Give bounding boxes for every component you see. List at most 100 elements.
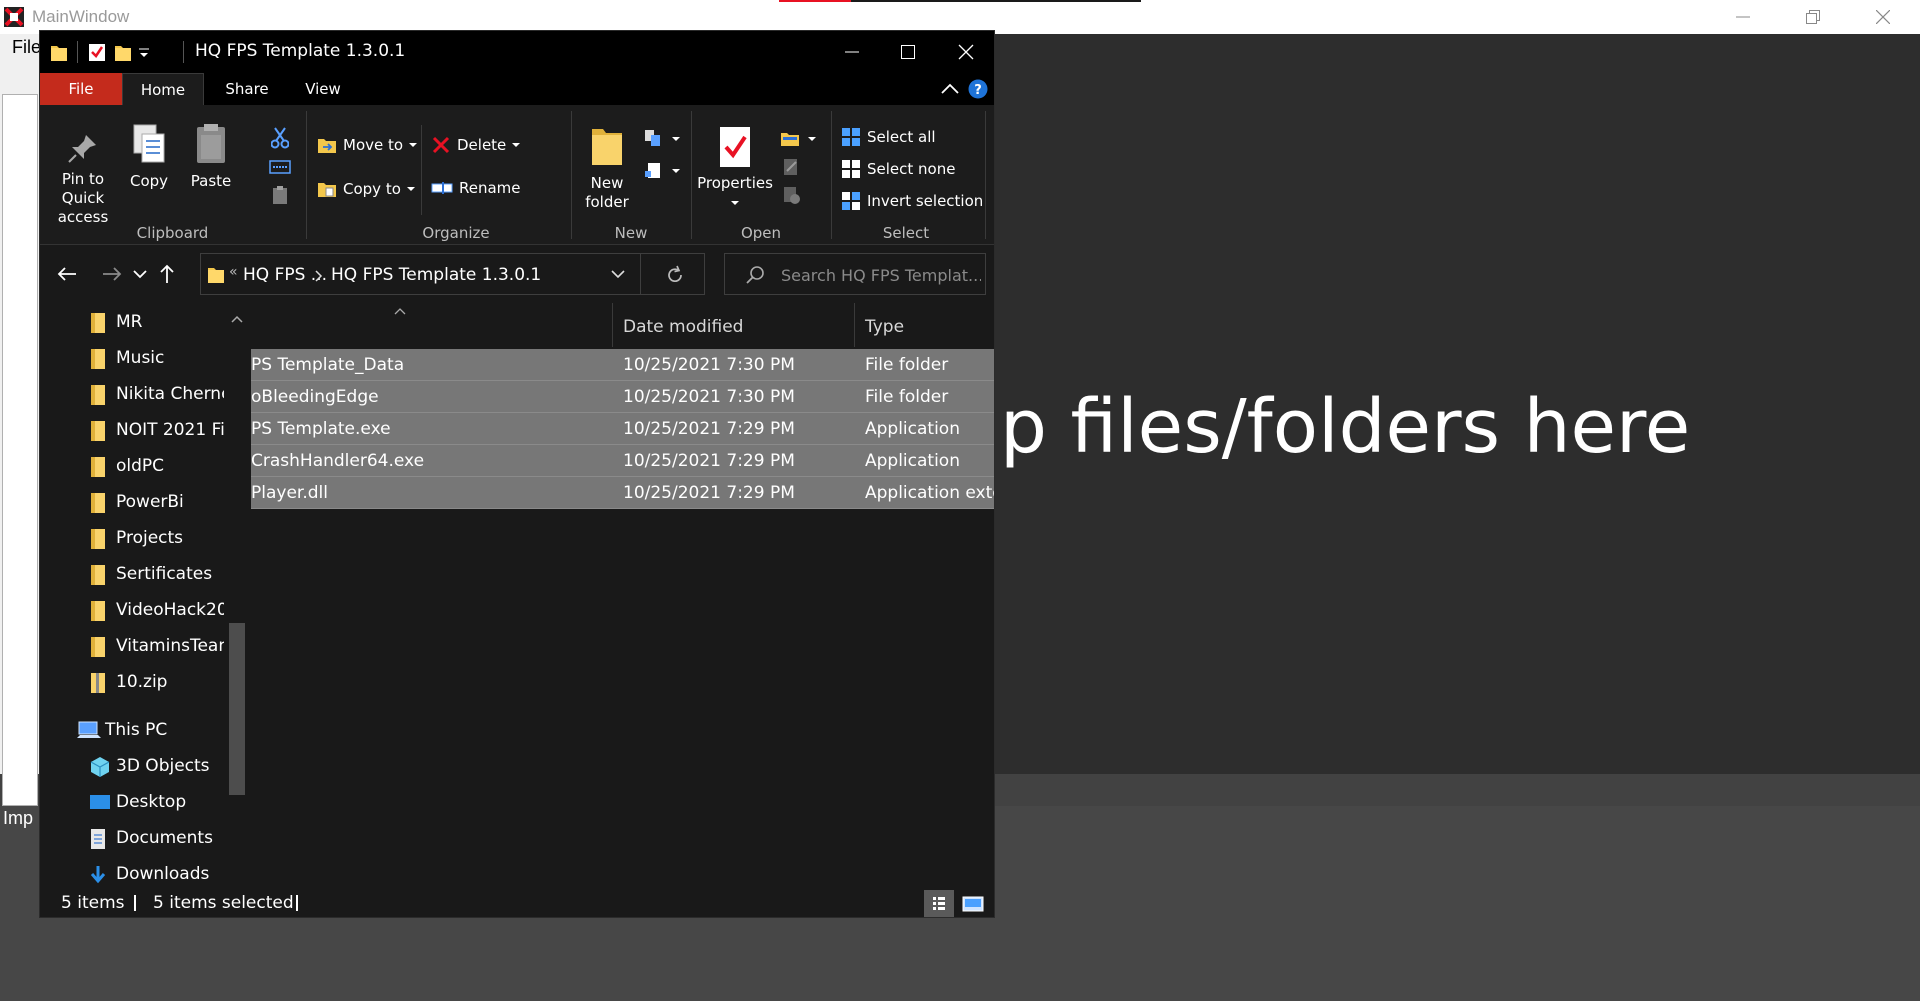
help-icon[interactable]: ? [968, 79, 988, 99]
file-name: CrashHandler64.exe [251, 451, 425, 471]
paste-label: Paste [190, 172, 232, 190]
nav-item-label: NOIT 2021 Fi [116, 420, 225, 440]
chevron-down-icon[interactable] [611, 269, 625, 279]
navigation-scrollbar-thumb[interactable] [229, 623, 245, 795]
select-none-button[interactable]: Select none [841, 159, 955, 179]
new-folder-button[interactable]: New folder [577, 123, 637, 212]
up-button[interactable] [154, 261, 180, 287]
dropdown-arrow-icon [808, 137, 816, 141]
file-row[interactable]: CrashHandler64.exe 10/25/2021 7:29 PM Appl… [251, 445, 994, 477]
maximize-icon [901, 45, 915, 59]
edit-icon[interactable] [781, 157, 801, 177]
left-panel-list[interactable] [2, 94, 38, 806]
select-all-button[interactable]: Select all [841, 127, 936, 147]
nav-item[interactable]: Sertificates [40, 561, 230, 589]
nav-item[interactable]: Documents [40, 825, 230, 853]
status-divider [134, 895, 136, 911]
restore-button[interactable] [1783, 0, 1843, 34]
collapse-ribbon-icon[interactable] [940, 83, 960, 95]
cut-icon[interactable] [271, 127, 289, 149]
history-icon[interactable] [781, 185, 801, 205]
scroll-up-icon[interactable] [231, 315, 243, 323]
file-type: Application exter [865, 483, 994, 503]
properties-button[interactable]: Properties [697, 125, 773, 212]
folder-icon [89, 312, 107, 337]
copy-to-label: Copy to [343, 180, 401, 198]
tab-view[interactable]: View [288, 73, 358, 105]
move-to-button[interactable]: Move to [317, 135, 418, 155]
tab-share[interactable]: Share [206, 73, 288, 105]
nav-item[interactable]: 3D Objects [40, 753, 230, 781]
nav-item[interactable]: This PC [40, 717, 230, 745]
tab-home[interactable]: Home [122, 73, 204, 105]
file-row[interactable]: oBleedingEdge 10/25/2021 7:30 PM File fold… [251, 381, 994, 413]
nav-item[interactable]: Projects [40, 525, 230, 553]
nav-item[interactable]: 10.zip [40, 669, 230, 697]
column-divider[interactable] [612, 303, 613, 347]
new-folder-label-2: folder [585, 193, 629, 211]
breadcrumb-overflow[interactable]: « [229, 264, 238, 280]
minimize-button[interactable] [1713, 0, 1773, 34]
delete-label: Delete [457, 136, 507, 154]
nav-item[interactable]: Desktop [40, 789, 230, 817]
select-all-label: Select all [867, 128, 936, 146]
dropdown-arrow-icon [672, 169, 680, 173]
select-all-icon [842, 128, 860, 146]
chevron-right-icon[interactable] [315, 270, 323, 282]
file-row[interactable]: PS Template.exe 10/25/2021 7:29 PM Applica… [251, 413, 994, 445]
navigation-scrollbar[interactable] [224, 303, 250, 888]
forward-button[interactable] [99, 261, 125, 287]
rename-button[interactable]: Rename [431, 179, 521, 197]
column-date-modified[interactable]: Date modified [623, 317, 743, 337]
refresh-icon[interactable] [665, 265, 685, 285]
progress-bar [779, 0, 1141, 2]
new-folder-icon [592, 129, 622, 165]
nav-item[interactable]: PowerBi [40, 489, 230, 517]
explorer-minimize-button[interactable] [822, 31, 882, 73]
nav-item[interactable]: NOIT 2021 Fi [40, 417, 230, 445]
nav-item[interactable]: Music [40, 345, 230, 373]
copy-button[interactable]: Copy [124, 121, 174, 191]
nav-item[interactable]: VitaminsTeam [40, 633, 230, 661]
file-row[interactable]: Player.dll 10/25/2021 7:29 PM Application … [251, 477, 994, 509]
invert-selection-button[interactable]: Invert selection [841, 191, 983, 211]
tab-file[interactable]: File [40, 73, 122, 105]
file-date: 10/25/2021 7:29 PM [623, 451, 795, 471]
new-item-button[interactable] [644, 129, 680, 149]
close-button[interactable] [1853, 0, 1913, 34]
column-type[interactable]: Type [865, 317, 904, 337]
new-folder-icon[interactable] [114, 42, 132, 62]
nav-item[interactable]: Downloads [40, 861, 230, 888]
explorer-close-button[interactable] [936, 31, 994, 73]
address-bar[interactable]: « HQ FPS ... HQ FPS Template 1.3.0.1 [200, 253, 705, 295]
nav-item[interactable]: VideoHack20 [40, 597, 230, 625]
nav-item[interactable]: MR [40, 309, 230, 337]
documents-icon [89, 828, 107, 853]
back-button[interactable] [54, 261, 80, 287]
delete-button[interactable]: Delete [431, 135, 521, 155]
properties-check-icon[interactable] [88, 42, 106, 62]
customize-toolbar-icon[interactable] [138, 47, 150, 59]
paste-button[interactable]: Paste [186, 121, 236, 191]
nav-item[interactable]: oldPC [40, 453, 230, 481]
column-divider[interactable] [854, 303, 855, 347]
nav-item[interactable]: Nikita Cherne [40, 381, 230, 409]
copy-to-button[interactable]: Copy to [317, 179, 415, 199]
pin-to-quick-access-button[interactable]: Pin to Quick access [48, 131, 118, 227]
file-row[interactable]: PS Template_Data 10/25/2021 7:30 PM File f… [251, 349, 994, 381]
paste-shortcut-icon[interactable] [271, 185, 289, 205]
large-icons-view-button[interactable] [958, 890, 988, 917]
easy-access-button[interactable] [644, 161, 680, 181]
menu-file[interactable]: File [12, 37, 41, 58]
recent-locations-button[interactable] [127, 261, 153, 287]
details-view-button[interactable] [924, 890, 954, 917]
breadcrumb-item[interactable]: HQ FPS Template 1.3.0.1 [331, 265, 541, 285]
search-input[interactable]: Search HQ FPS Templat... [724, 253, 986, 295]
open-button[interactable] [780, 129, 816, 149]
nav-item-label: Music [116, 348, 165, 368]
nav-item-label: PowerBi [116, 492, 184, 512]
svg-text:?: ? [974, 83, 982, 98]
folder-icon [208, 268, 224, 283]
copy-path-icon[interactable] [269, 159, 291, 175]
explorer-maximize-button[interactable] [878, 31, 938, 73]
